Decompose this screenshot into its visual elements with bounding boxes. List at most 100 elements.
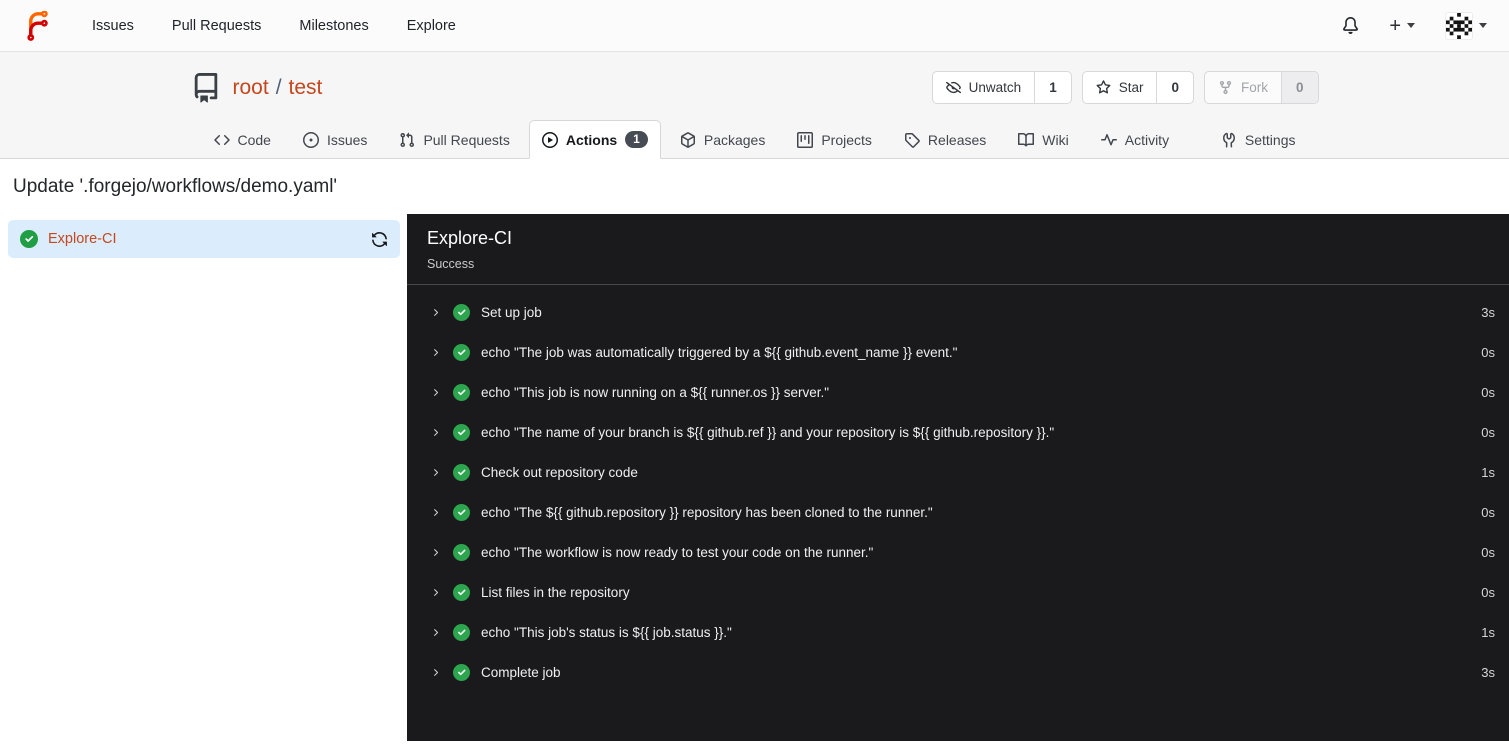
avatar — [1445, 11, 1473, 40]
job-log-header: Explore-CI Success — [407, 214, 1509, 286]
tab-code[interactable]: Code — [201, 121, 284, 159]
chevron-right-icon — [434, 428, 439, 436]
nav-link-explore[interactable]: Explore — [407, 18, 456, 34]
stars-count[interactable]: 0 — [1156, 72, 1193, 103]
chevron-right-icon — [434, 468, 439, 476]
chevron-right-icon — [434, 628, 439, 636]
step-duration: 0s — [1481, 584, 1495, 600]
code-icon — [213, 135, 230, 146]
tab-settings[interactable]: Settings — [1208, 121, 1309, 159]
nav-link-pull-requests[interactable]: Pull Requests — [172, 18, 261, 34]
watchers-count[interactable]: 1 — [1034, 72, 1071, 103]
job-item-explore-ci[interactable]: Explore-CI — [8, 220, 400, 259]
step-success-check-icon — [453, 583, 470, 601]
job-log-title: Explore-CI — [427, 228, 513, 249]
play-circle-icon — [541, 131, 558, 148]
step-duration: 3s — [1481, 304, 1495, 320]
chevron-right-icon — [434, 308, 439, 316]
book-icon — [1018, 133, 1035, 147]
tab-projects[interactable]: Projects — [784, 121, 885, 159]
project-board-icon — [797, 132, 814, 149]
step-row[interactable]: List files in the repository 0s — [407, 572, 1509, 612]
step-name: List files in the repository — [481, 584, 630, 600]
jobs-sidebar: Explore-CI — [0, 214, 407, 742]
step-row[interactable]: echo "This job is now running on a ${{ r… — [407, 372, 1509, 412]
navbar-right: + — [1342, 11, 1487, 40]
chevron-right-icon — [434, 588, 439, 596]
step-duration: 1s — [1481, 464, 1495, 480]
step-duration: 0s — [1481, 384, 1495, 400]
step-success-check-icon — [453, 343, 470, 361]
tab-issues[interactable]: Issues — [290, 121, 380, 159]
step-row[interactable]: Set up job 3s — [407, 292, 1509, 332]
actions-run-view: Update '.forgejo/workflows/demo.yaml' Ex… — [0, 159, 1509, 742]
plus-icon: + — [1389, 14, 1401, 37]
step-duration: 3s — [1481, 664, 1495, 680]
unwatch-button[interactable]: Unwatch — [933, 72, 1035, 103]
step-duration: 0s — [1481, 544, 1495, 560]
actions-count-badge: 1 — [625, 131, 648, 149]
forks-count: 0 — [1280, 72, 1318, 103]
repo-name-link[interactable]: test — [289, 76, 323, 100]
star-icon — [1096, 80, 1111, 94]
step-row[interactable]: echo "The workflow is now ready to test … — [407, 532, 1509, 572]
step-name: echo "This job is now running on a ${{ r… — [481, 384, 830, 400]
fork-icon — [1219, 80, 1232, 95]
chevron-down-icon — [1479, 23, 1487, 28]
step-success-check-icon — [453, 383, 470, 401]
tab-releases[interactable]: Releases — [891, 121, 999, 159]
step-row[interactable]: echo "The ${{ github.repository }} repos… — [407, 492, 1509, 532]
tools-icon — [1222, 132, 1235, 148]
step-row[interactable]: echo "This job's status is ${{ job.statu… — [407, 612, 1509, 652]
step-row[interactable]: Complete job 3s — [407, 652, 1509, 692]
tag-icon — [904, 133, 920, 148]
job-log-panel: Explore-CI Success Set up job 3s echo "T… — [407, 214, 1509, 742]
step-success-check-icon — [453, 663, 470, 681]
tab-pull-requests[interactable]: Pull Requests — [386, 121, 522, 159]
star-button-group: Star 0 — [1081, 71, 1194, 104]
star-button[interactable]: Star — [1083, 72, 1157, 103]
chevron-right-icon — [434, 388, 439, 396]
step-name: echo "The job was automatically triggere… — [481, 344, 958, 360]
step-name: Set up job — [481, 304, 542, 320]
tab-actions[interactable]: Actions 1 — [528, 120, 661, 160]
step-name: echo "The name of your branch is ${{ git… — [481, 424, 1055, 440]
step-name: echo "This job's status is ${{ job.statu… — [481, 624, 732, 640]
tab-activity[interactable]: Activity — [1088, 121, 1182, 159]
nav-link-issues[interactable]: Issues — [92, 18, 134, 34]
step-name: Complete job — [481, 664, 561, 680]
step-row[interactable]: Check out repository code 1s — [407, 452, 1509, 492]
run-title: Update '.forgejo/workflows/demo.yaml' — [13, 176, 338, 198]
breadcrumb-separator: / — [275, 75, 282, 99]
step-row[interactable]: echo "The name of your branch is ${{ git… — [407, 412, 1509, 452]
repo-breadcrumb: root / test — [233, 76, 323, 100]
notifications-bell-icon[interactable] — [1342, 17, 1359, 34]
forgejo-logo-icon[interactable] — [22, 10, 52, 41]
pulse-icon — [1100, 134, 1117, 146]
step-success-check-icon — [453, 463, 470, 481]
refresh-icon[interactable] — [371, 231, 388, 248]
chevron-down-icon — [1407, 23, 1415, 28]
create-new-dropdown[interactable]: + — [1389, 16, 1415, 36]
step-success-check-icon — [453, 503, 470, 521]
eye-slash-icon — [945, 81, 961, 94]
repo-header: root / test Unwatch 1 Star 0 Fork 0 Code… — [0, 52, 1509, 160]
step-name: Check out repository code — [481, 464, 638, 480]
user-menu-dropdown[interactable] — [1445, 11, 1487, 40]
fork-button: Fork — [1205, 72, 1281, 103]
nav-link-milestones[interactable]: Milestones — [299, 18, 368, 34]
step-row[interactable]: echo "The job was automatically triggere… — [407, 332, 1509, 372]
repo-owner-link[interactable]: root — [233, 76, 269, 100]
job-status-text: Success — [427, 257, 475, 272]
watch-button-group: Unwatch 1 — [931, 71, 1072, 104]
step-duration: 0s — [1481, 424, 1495, 440]
tab-packages[interactable]: Packages — [667, 121, 778, 159]
chevron-right-icon — [434, 508, 439, 516]
fork-button-group: Fork 0 — [1203, 71, 1319, 104]
chevron-right-icon — [434, 548, 439, 556]
nav-links: Issues Pull Requests Milestones Explore — [92, 18, 456, 34]
success-check-icon — [20, 230, 38, 249]
repository-icon — [191, 72, 221, 103]
step-duration: 0s — [1481, 504, 1495, 520]
tab-wiki[interactable]: Wiki — [1005, 121, 1081, 159]
